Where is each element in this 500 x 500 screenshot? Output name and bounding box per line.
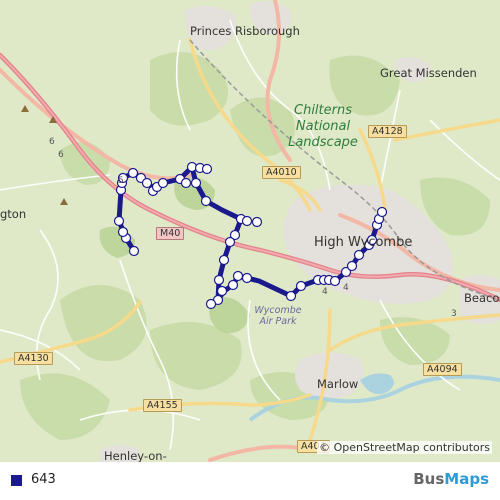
- map[interactable]: Princes Risborough Great Missenden Chilt…: [0, 0, 500, 462]
- route-stop-marker[interactable]: [295, 280, 307, 292]
- route-stop-marker[interactable]: [251, 216, 263, 228]
- route-stop-marker[interactable]: [117, 226, 129, 238]
- label-gton: gton: [0, 207, 27, 221]
- route-stop-marker[interactable]: [353, 249, 365, 261]
- route-stop-marker[interactable]: [141, 177, 153, 189]
- road-shield-a4155: A4155: [143, 399, 182, 412]
- route-stop-marker[interactable]: [241, 215, 253, 227]
- route-stop-marker[interactable]: [128, 245, 140, 257]
- route-stop-marker[interactable]: [227, 279, 239, 291]
- label-great-missenden: Great Missenden: [380, 66, 477, 80]
- route-stop-marker[interactable]: [216, 285, 228, 297]
- legend-route-label: 643: [31, 472, 56, 487]
- route-stop-marker[interactable]: [113, 215, 125, 227]
- junction-number: 3: [451, 309, 457, 319]
- road-shield-a4130: A4130: [14, 352, 53, 365]
- road-shield-m40: M40: [156, 227, 185, 240]
- logo-text-bus: Bus: [413, 470, 445, 488]
- route-stop-marker[interactable]: [157, 177, 169, 189]
- map-attribution[interactable]: © OpenStreetMap contributors: [317, 441, 492, 454]
- label-chilterns-national-landscape: Chilterns National Landscape: [288, 103, 358, 150]
- route-stop-marker[interactable]: [218, 254, 230, 266]
- route-stop-marker[interactable]: [329, 275, 341, 287]
- route-stop-marker[interactable]: [285, 290, 297, 302]
- label-henley: Henley-on-: [104, 449, 167, 462]
- junction-number: 5: [118, 176, 124, 186]
- logo-text-maps: Maps: [444, 470, 489, 488]
- busmaps-logo[interactable]: BusMaps: [413, 470, 489, 488]
- label-princes-risborough: Princes Risborough: [190, 24, 300, 38]
- route-stop-marker[interactable]: [376, 206, 388, 218]
- route-stop-marker[interactable]: [127, 167, 139, 179]
- route-stop-marker[interactable]: [190, 177, 202, 189]
- junction-number: 6: [58, 150, 64, 160]
- junction-number: 4: [322, 287, 328, 297]
- label-wycombe-air-park: Wycombe Air Park: [254, 305, 302, 327]
- label-marlow: Marlow: [317, 377, 359, 391]
- junction-number: 6: [49, 137, 55, 147]
- road-shield-a4010: A4010: [262, 166, 301, 179]
- route-stop-marker[interactable]: [200, 195, 212, 207]
- route-stop-marker[interactable]: [224, 236, 236, 248]
- route-stop-marker[interactable]: [232, 270, 244, 282]
- route-stop-marker[interactable]: [346, 260, 358, 272]
- road-shield-a4094: A4094: [423, 363, 462, 376]
- road-shield-a4128: A4128: [368, 125, 407, 138]
- route-stop-marker[interactable]: [213, 274, 225, 286]
- label-beacon: Beacon: [464, 291, 500, 305]
- route-stop-marker[interactable]: [205, 298, 217, 310]
- label-high-wycombe: High Wycombe: [314, 235, 413, 250]
- route-stop-marker[interactable]: [180, 177, 192, 189]
- legend-route-swatch: [11, 475, 22, 486]
- route-stop-marker[interactable]: [241, 272, 253, 284]
- junction-number: 4: [343, 283, 349, 293]
- route-stop-marker[interactable]: [201, 163, 213, 175]
